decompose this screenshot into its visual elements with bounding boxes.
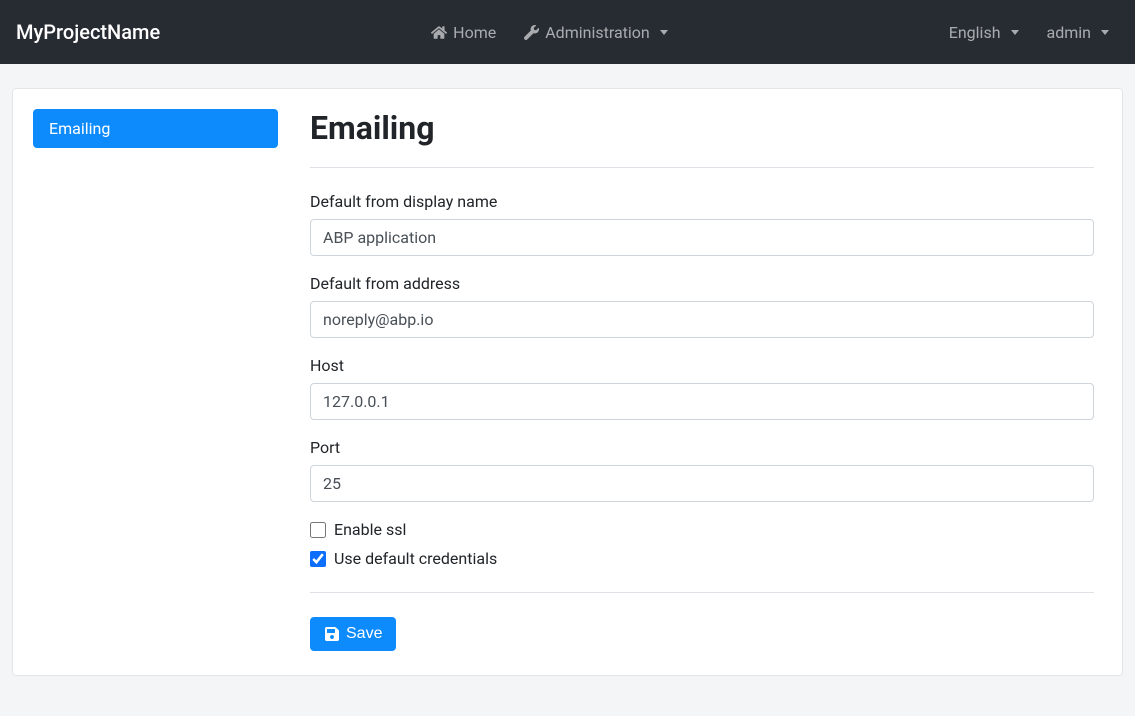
input-host[interactable] [310,383,1094,420]
home-icon [431,25,447,40]
divider [310,592,1094,593]
settings-tabs: Emailing [33,109,278,651]
save-button[interactable]: Save [310,617,396,651]
label-use-default-credentials[interactable]: Use default credentials [334,549,497,568]
label-default-from-display-name: Default from display name [310,192,1094,211]
chevron-down-icon [660,30,668,35]
label-enable-ssl[interactable]: Enable ssl [334,520,406,539]
save-button-label: Save [346,625,382,643]
page-title: Emailing [310,109,1094,147]
wrench-icon [524,25,539,40]
chevron-down-icon [1011,30,1019,35]
field-default-from-display-name: Default from display name [310,192,1094,256]
label-default-from-address: Default from address [310,274,1094,293]
input-default-from-display-name[interactable] [310,219,1094,256]
nav-home[interactable]: Home [421,15,506,50]
field-host: Host [310,356,1094,420]
nav-user-label: admin [1047,23,1091,42]
nav-administration[interactable]: Administration [514,15,678,50]
nav-home-label: Home [453,23,496,42]
navbar: MyProjectName Home Administration Englis… [0,0,1135,64]
input-port[interactable] [310,465,1094,502]
settings-card: Emailing Emailing Default from display n… [12,88,1123,676]
nav-administration-label: Administration [545,23,650,42]
main-container: Emailing Emailing Default from display n… [0,64,1135,688]
save-icon [324,626,340,642]
navbar-nav-right: English admin [939,15,1119,50]
field-use-default-credentials: Use default credentials [310,549,1094,568]
divider [310,167,1094,168]
tab-emailing[interactable]: Emailing [33,109,278,148]
nav-language[interactable]: English [939,15,1029,50]
label-port: Port [310,438,1094,457]
checkbox-enable-ssl[interactable] [310,522,326,538]
navbar-nav-left: Home Administration [421,15,678,50]
nav-language-label: English [949,23,1001,42]
input-default-from-address[interactable] [310,301,1094,338]
navbar-brand[interactable]: MyProjectName [16,20,160,44]
label-host: Host [310,356,1094,375]
chevron-down-icon [1101,30,1109,35]
field-enable-ssl: Enable ssl [310,520,1094,539]
nav-user[interactable]: admin [1037,15,1119,50]
settings-content: Emailing Default from display name Defau… [278,109,1102,651]
field-default-from-address: Default from address [310,274,1094,338]
checkbox-use-default-credentials[interactable] [310,551,326,567]
field-port: Port [310,438,1094,502]
